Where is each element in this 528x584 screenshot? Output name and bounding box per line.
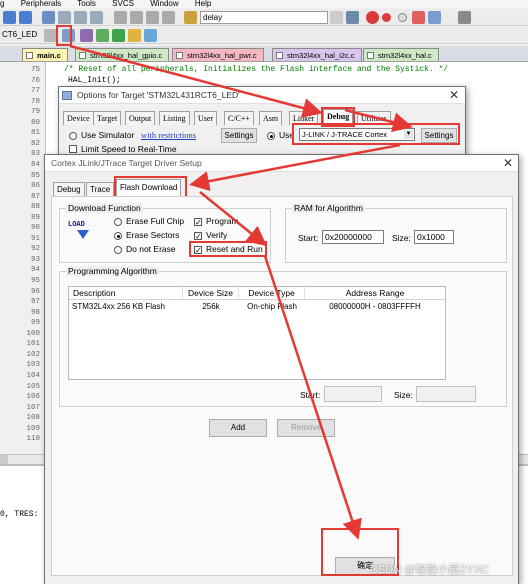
arrow-to-flash-tab <box>189 143 401 192</box>
arrow-to-reset-run <box>199 191 267 247</box>
watermark: CSDN @智能小屋ZYXC <box>370 564 489 576</box>
arrow-to-debug-tab <box>69 44 323 118</box>
arrow-to-debugger <box>344 108 413 132</box>
annotation-arrows <box>69 44 413 540</box>
arrow-to-ok <box>263 255 362 540</box>
